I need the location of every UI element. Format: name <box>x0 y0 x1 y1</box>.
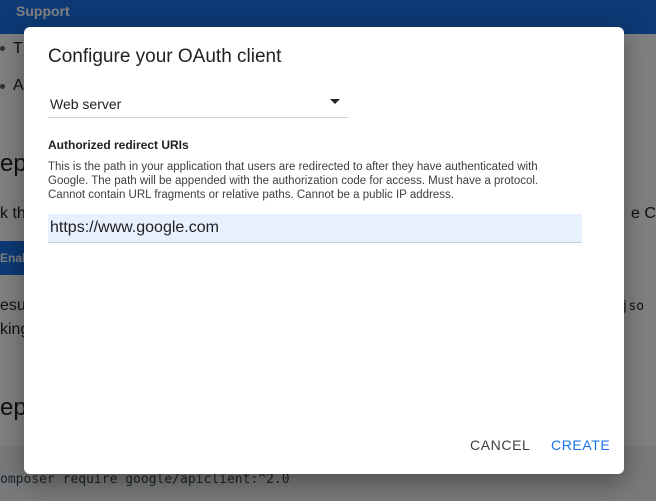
oauth-client-dialog: Configure your OAuth client Web server A… <box>24 27 624 474</box>
create-button[interactable]: CREATE <box>551 437 610 453</box>
redirect-uri-input[interactable] <box>48 214 582 243</box>
redirect-uris-helper: This is the path in your application tha… <box>48 161 539 201</box>
app-type-value: Web server <box>50 96 122 112</box>
cancel-button[interactable]: CANCEL <box>470 437 530 453</box>
dialog-title: Configure your OAuth client <box>48 46 282 67</box>
redirect-uris-label: Authorized redirect URIs <box>48 138 189 152</box>
chevron-down-icon <box>330 99 340 104</box>
app-type-select[interactable]: Web server <box>48 89 348 118</box>
